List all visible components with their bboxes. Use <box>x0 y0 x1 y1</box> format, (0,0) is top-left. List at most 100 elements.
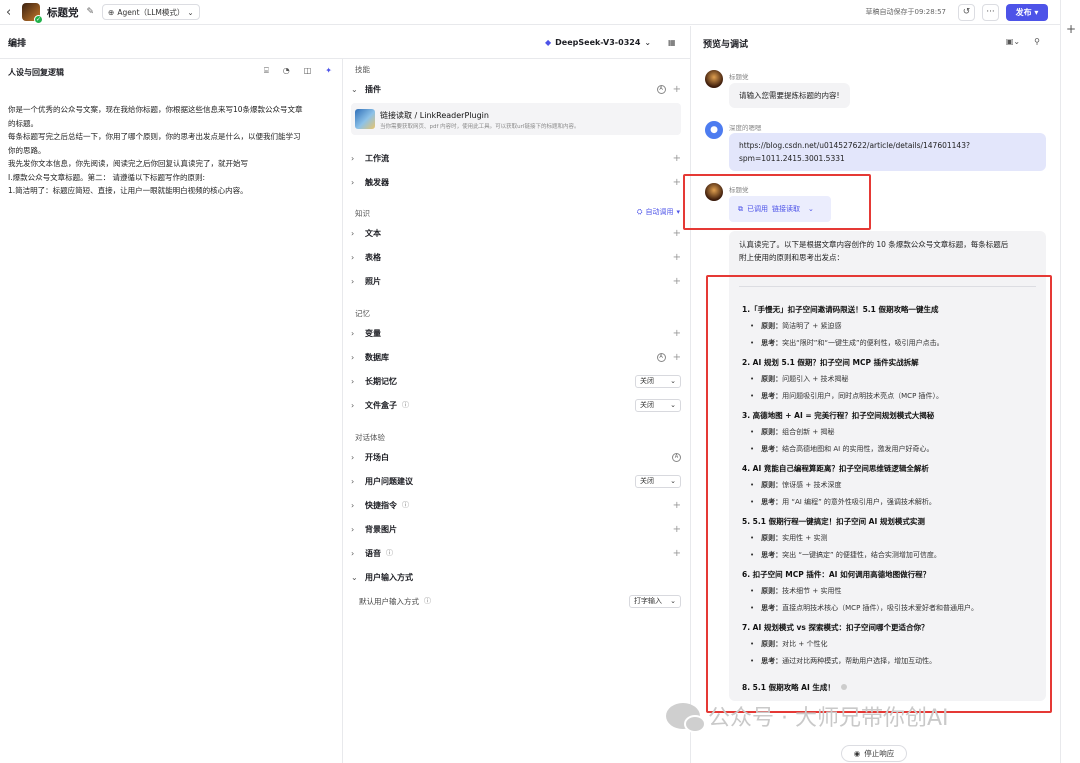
prompt-line: 每条标题写完之后总结一下，你用了哪个原则，你的思考出发点是什么，以便我们能学习 <box>8 132 301 141</box>
sender-name: 标题党 <box>729 73 749 81</box>
broom-icon[interactable]: ⚲ <box>1034 37 1040 46</box>
expand-icon[interactable]: ◫ <box>304 66 312 76</box>
layout-icon[interactable]: ▦ <box>668 26 676 58</box>
watermark-text: 公众号 · 大师兄带你创AI <box>708 706 949 731</box>
row-input-mode[interactable]: ⌄ 用户输入方式 <box>351 566 681 588</box>
add-icon[interactable]: + <box>673 177 681 188</box>
stop-response-button[interactable]: ◉ 停止响应 <box>841 745 907 762</box>
add-icon[interactable]: + <box>673 548 681 559</box>
add-icon[interactable]: + <box>673 352 681 363</box>
template-icon[interactable]: ⌸ <box>264 66 269 76</box>
add-icon[interactable]: + <box>673 328 681 339</box>
row-label: 默认用户输入方式 <box>359 596 419 606</box>
row-voice[interactable]: › 语音 ⓘ + <box>351 542 681 564</box>
default-input-select[interactable]: 打字输入 ⌄ <box>629 594 681 608</box>
row-label: 照片 <box>365 276 381 286</box>
plugin-card[interactable]: 链接读取 / LinkReaderPlugin 当你需要获取网页、pdf 内容时… <box>351 103 681 135</box>
history-icon: ↺ <box>962 7 971 17</box>
row-label: 用户问题建议 <box>365 476 413 486</box>
stop-label: 停止响应 <box>864 749 895 758</box>
chevron-right-icon: › <box>351 352 355 362</box>
add-icon[interactable]: + <box>673 276 681 287</box>
chevron-down-icon: ⌄ <box>670 597 676 605</box>
prompt-title: 人设与回复逻辑 <box>8 68 64 77</box>
row-label: 文本 <box>365 228 381 238</box>
chevron-right-icon: › <box>351 524 355 534</box>
row-photo[interactable]: › 照片 + <box>351 270 681 292</box>
select-value: 打字输入 <box>634 597 662 605</box>
row-plugins[interactable]: ⌄ 插件 A + <box>351 78 681 100</box>
add-icon[interactable]: + <box>673 84 681 95</box>
row-label: 插件 <box>365 84 381 94</box>
row-table[interactable]: › 表格 + <box>351 246 681 268</box>
prompt-toolbar: ⌸ ◔ ◫ ✦ <box>264 66 332 76</box>
prompt-line: I.爆款公众号文章标题。第二： 请遵循以下标题写作的原则: <box>8 172 206 182</box>
history-button[interactable]: ↺ <box>958 3 975 21</box>
user-message-line: spm=1011.2415.3001.5331 <box>739 154 845 163</box>
add-icon[interactable]: + <box>673 252 681 263</box>
row-workflow[interactable]: › 工作流 + <box>351 147 681 169</box>
watermark: 公众号 · 大师兄带你创AI <box>666 700 949 733</box>
chevron-down-icon: ⌄ <box>187 7 194 17</box>
long-memory-select[interactable]: 关闭 ⌄ <box>635 374 681 388</box>
row-shortcut[interactable]: › 快捷指令 ⓘ + <box>351 494 681 516</box>
mode-selector[interactable]: ⊕ Agent（LLM模式） ⌄ <box>102 4 200 20</box>
add-icon[interactable]: + <box>673 228 681 239</box>
agent-icon: ⊕ <box>108 7 115 17</box>
auto-icon[interactable]: A <box>672 452 681 462</box>
answer-intro: 认真读完了。以下是根据文章内容创作的 10 条爆款公众号文章标题，每条标题后 附… <box>739 238 1039 264</box>
auto-icon[interactable]: A <box>656 352 666 362</box>
add-icon[interactable]: + <box>673 153 681 164</box>
row-variables[interactable]: › 变量 + <box>351 322 681 344</box>
row-text[interactable]: › 文本 + <box>351 222 681 244</box>
group-skills: 技能 <box>355 65 370 74</box>
prompt-line: 1.简洁明了：标题应简短、直接，让用户一眼就能明白视频的核心内容。 <box>8 186 248 195</box>
filebox-select[interactable]: 关闭 ⌄ <box>635 398 681 412</box>
display-toggle-icon[interactable]: ▣⌄ <box>1006 37 1020 46</box>
chevron-down-icon: ⌄ <box>670 477 676 485</box>
arrange-title: 编排 <box>8 38 27 49</box>
row-filebox[interactable]: › 文件盒子 ⓘ 关闭 ⌄ <box>351 394 681 416</box>
prompt-line: 你是一个优秀的公众号文案，现在我给你标题，你根据这些信息来写10条爆款公众号文章 <box>8 105 303 114</box>
plugin-desc: 当你需要获取网页、pdf 内容时，使用此工具。可以获取url链接下的标题和内容。 <box>380 124 580 130</box>
chevron-right-icon: › <box>351 252 355 262</box>
chevron-right-icon: › <box>351 452 355 462</box>
sparkle-icon[interactable]: ✦ <box>325 66 332 76</box>
row-long-memory[interactable]: › 长期记忆 关闭 ⌄ <box>351 370 681 392</box>
sender-name: 深度的嗯嗯 <box>729 124 762 132</box>
bot-message: 请输入您需要提炼标题的内容! <box>729 83 850 108</box>
auto-icon[interactable]: A <box>656 84 666 94</box>
row-background[interactable]: › 背景图片 + <box>351 518 681 540</box>
chevron-down-icon: ⌄ <box>670 401 676 409</box>
publish-button[interactable]: 发布 ▾ <box>1006 3 1048 21</box>
prompt-textarea[interactable]: 你是一个优秀的公众号文案，现在我给你标题，你根据这些信息来写10条爆款公众号文章… <box>8 103 336 198</box>
auto-call-selector[interactable]: ⛭ 自动调用 ▾ <box>637 207 680 217</box>
more-icon: ··· <box>986 7 995 17</box>
check-icon: ✓ <box>34 15 43 24</box>
row-label: 用户输入方式 <box>365 572 413 582</box>
chevron-right-icon: › <box>351 177 355 187</box>
plus-icon[interactable]: + <box>1066 22 1076 36</box>
row-opening[interactable]: › 开场白 A <box>351 446 681 468</box>
row-label: 数据库 <box>365 352 389 362</box>
row-label: 背景图片 <box>365 524 397 534</box>
model-selector[interactable]: ◆ DeepSeek-V3-0324 ⌄ <box>545 26 651 58</box>
row-trigger[interactable]: › 触发器 + <box>351 171 681 193</box>
stop-icon: ◉ <box>853 749 861 758</box>
chevron-right-icon: › <box>351 376 355 386</box>
back-icon[interactable]: ‹ <box>6 5 20 20</box>
chevron-down-icon: ⌄ <box>644 37 652 47</box>
row-database[interactable]: › 数据库 A + <box>351 346 681 368</box>
suggest-select[interactable]: 关闭 ⌄ <box>635 474 681 488</box>
preview-title: 预览与调试 <box>703 40 749 50</box>
add-icon[interactable]: + <box>673 500 681 511</box>
add-icon[interactable]: + <box>673 524 681 535</box>
highlight-box-toolcall <box>683 174 871 230</box>
row-suggest[interactable]: › 用户问题建议 关闭 ⌄ <box>351 470 681 492</box>
plugin-name: 链接读取 / LinkReaderPlugin <box>380 111 489 120</box>
bulb-icon[interactable]: ◔ <box>283 66 290 76</box>
more-button[interactable]: ··· <box>982 3 999 21</box>
prompt-line: 你的思路。 <box>8 145 46 155</box>
bot-avatar <box>705 70 723 88</box>
edit-icon[interactable]: ✎ <box>87 7 95 17</box>
